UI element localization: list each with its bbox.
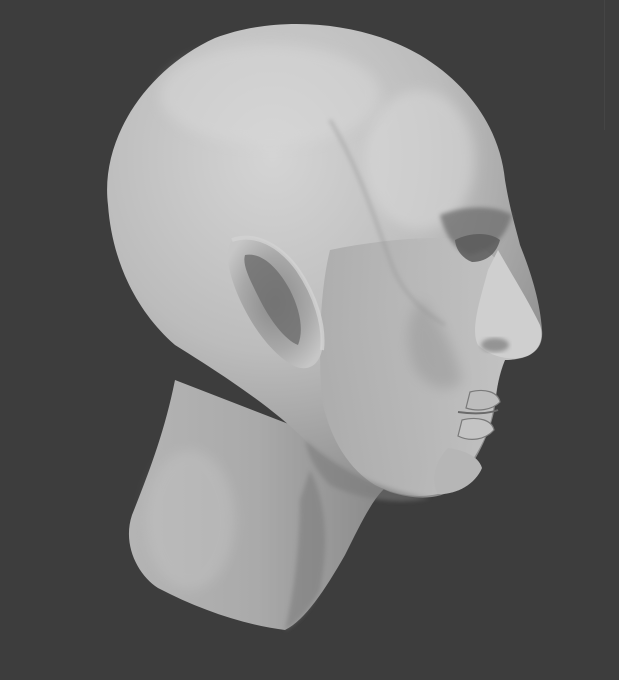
nostril — [481, 338, 509, 352]
3d-viewport[interactable] — [0, 0, 619, 680]
crown-highlight — [160, 45, 380, 145]
neck-highlight — [145, 450, 235, 590]
head-sculpt-model[interactable] — [0, 0, 619, 680]
forehead-highlight — [365, 90, 475, 230]
lower-lip — [457, 417, 495, 440]
